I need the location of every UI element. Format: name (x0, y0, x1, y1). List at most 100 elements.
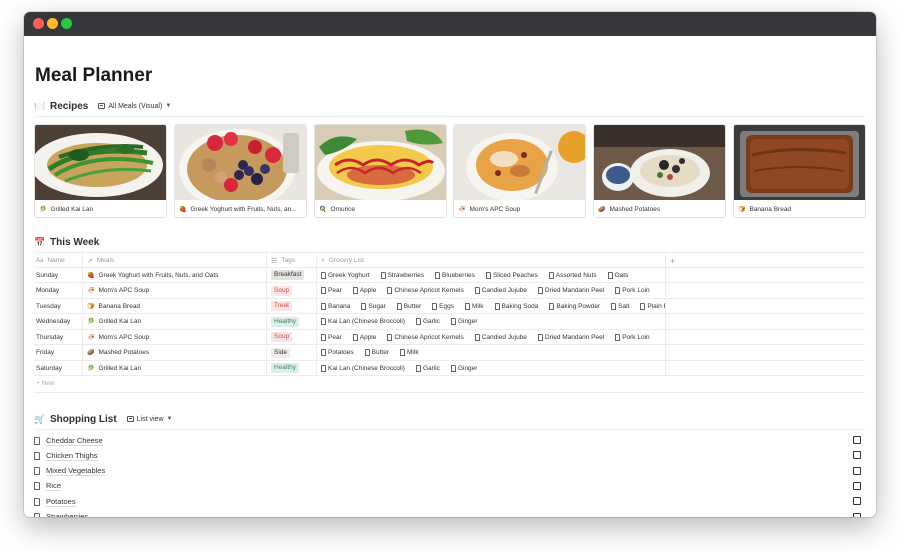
grocery-item[interactable]: Candied Jujube (474, 333, 527, 341)
tag-cell[interactable]: Healthy (266, 360, 316, 376)
grocery-cell[interactable]: Greek Yoghurt Strawberries Blueberries Slic… (316, 267, 665, 283)
grocery-item[interactable]: Candied Jujube (474, 287, 527, 295)
grocery-item[interactable]: Kai Lan (Chinese Broccoli) (321, 364, 405, 372)
day-cell[interactable]: Tuesday (34, 299, 82, 315)
add-new-row-button[interactable]: + New (36, 380, 55, 387)
grocery-item[interactable]: Garlic (415, 364, 440, 372)
grocery-cell[interactable]: Banana Sugar Butter Eggs Milk Baking Soda Baki… (316, 298, 665, 314)
grocery-item[interactable]: Butter (364, 349, 389, 357)
recipe-card[interactable]: 🍓 Greek Yoghurt with Fruits, Nuts, an... (174, 124, 307, 218)
item-checkbox[interactable] (853, 451, 861, 460)
recipe-card[interactable]: 🥬 Grilled Kai Lan (34, 124, 167, 218)
tag-cell[interactable]: Treat (266, 298, 316, 314)
grocery-item[interactable]: Assorted Nuts (548, 271, 597, 279)
grocery-item[interactable]: Greek Yoghurt (321, 271, 370, 279)
day-cell[interactable]: Wednesday (34, 314, 82, 330)
column-header-name[interactable]: Aa Name (34, 253, 82, 269)
grocery-item[interactable]: Ginger (450, 318, 477, 326)
table-row[interactable]: Thursday 🍜 Mom's APC Soup Soup Pear Apple Chin… (34, 329, 865, 346)
meal-cell[interactable]: 🍜 Mom's APC Soup (82, 329, 266, 345)
grocery-cell[interactable]: Kai Lan (Chinese Broccoli) Garlic Ginger (316, 360, 665, 376)
shopping-list-item[interactable]: Strawberries (34, 510, 865, 517)
tag-cell[interactable]: Soup (266, 329, 316, 345)
grocery-item[interactable]: Apple (352, 333, 376, 341)
recipes-title[interactable]: Recipes (50, 101, 88, 112)
add-property-button[interactable]: + (665, 253, 865, 269)
day-cell[interactable]: Monday (34, 283, 82, 299)
grocery-item[interactable]: Dried Mandarin Peel (537, 287, 604, 295)
grocery-item[interactable]: Pork Loin (615, 333, 650, 341)
grocery-item[interactable]: Milk (464, 302, 484, 310)
shopping-list-title[interactable]: Shopping List (50, 414, 117, 425)
minimize-window-button[interactable] (47, 18, 58, 29)
grocery-item[interactable]: Strawberries (380, 271, 424, 279)
tag-cell[interactable]: Soup (266, 283, 316, 299)
grocery-item[interactable]: Blueberries (435, 271, 475, 279)
day-cell[interactable]: Sunday (34, 268, 82, 284)
meal-cell[interactable]: 🥬 Grilled Kai Lan (82, 314, 266, 330)
grocery-cell[interactable]: Potatoes Butter Milk (316, 345, 665, 361)
item-checkbox[interactable] (853, 436, 861, 444)
grocery-item[interactable]: Oats (607, 271, 628, 279)
item-checkbox[interactable] (853, 497, 861, 506)
grocery-item[interactable]: Garlic (415, 318, 440, 326)
grocery-cell[interactable]: Pear Apple Chinese Apricot Kernels Candied … (316, 283, 665, 299)
this-week-title[interactable]: This Week (50, 237, 99, 248)
grocery-item[interactable]: Dried Mandarin Peel (537, 333, 604, 341)
day-cell[interactable]: Friday (34, 345, 82, 361)
item-checkbox[interactable] (853, 481, 861, 490)
recipes-view-switcher[interactable]: All Meals (Visual) ▼ (98, 103, 171, 110)
shopping-view-switcher[interactable]: List view ▼ (126, 416, 172, 423)
close-window-button[interactable] (33, 18, 44, 29)
recipe-card[interactable]: 🥔 Mashed Potatoes (593, 124, 726, 218)
grocery-item[interactable]: Baking Powder (549, 302, 600, 310)
table-row[interactable]: Tuesday 🍞 Banana Bread Treat Banana Sugar Butt… (34, 298, 865, 315)
column-header-grocery-list[interactable]: ⌕ Grocery List (316, 253, 665, 269)
column-header-meals[interactable]: ↗ Meals (82, 253, 266, 269)
meal-cell[interactable]: 🥬 Grilled Kai Lan (82, 360, 266, 376)
tag-cell[interactable]: Breakfast (266, 267, 316, 283)
grocery-item[interactable]: Milk (400, 349, 419, 357)
grocery-item[interactable]: Sugar (361, 302, 386, 310)
shopping-list-item[interactable]: Rice (34, 479, 865, 494)
table-row[interactable]: Monday 🍜 Mom's APC Soup Soup Pear Apple Chines… (34, 283, 865, 299)
grocery-item[interactable]: Chinese Apricot Kernels (387, 333, 464, 341)
table-row[interactable]: Wednesday 🥬 Grilled Kai Lan Healthy Kai Lan … (34, 314, 865, 330)
column-header-tags[interactable]: ☰ Tags (266, 253, 316, 269)
item-checkbox[interactable] (853, 466, 861, 475)
table-row[interactable]: Saturday 🥬 Grilled Kai Lan Healthy Kai Lan (… (34, 360, 865, 377)
recipe-card[interactable]: 🍜 Mom's APC Soup (453, 124, 586, 218)
recipe-card[interactable]: 🍳 Omurice (314, 124, 447, 218)
day-cell[interactable]: Thursday (34, 330, 82, 346)
shopping-list-item[interactable]: Mixed Vegetables (34, 464, 865, 479)
grocery-item[interactable]: Butter (396, 302, 421, 310)
shopping-list-item[interactable]: Potatoes (34, 494, 865, 509)
day-cell[interactable]: Saturday (34, 361, 82, 377)
grocery-item[interactable]: Potatoes (321, 349, 354, 357)
grocery-item[interactable]: Pear (321, 333, 342, 341)
meal-cell[interactable]: 🍓 Greek Yoghurt with Fruits, Nuts, and Oa… (82, 267, 266, 283)
table-row[interactable]: Sunday 🍓 Greek Yoghurt with Fruits, Nuts, … (34, 267, 865, 284)
grocery-item[interactable]: Plain F (640, 302, 665, 310)
grocery-item[interactable]: Baking Soda (494, 302, 538, 310)
grocery-item[interactable]: Salt (611, 302, 629, 310)
grocery-item[interactable]: Chinese Apricot Kernels (387, 287, 464, 295)
grocery-item[interactable]: Pear (321, 287, 342, 295)
item-checkbox[interactable] (853, 512, 861, 517)
maximize-window-button[interactable] (61, 18, 72, 29)
shopping-list-item[interactable]: Cheddar Cheese (34, 433, 865, 448)
meal-cell[interactable]: 🥔 Mashed Potatoes (82, 345, 266, 361)
meal-cell[interactable]: 🍜 Mom's APC Soup (82, 283, 266, 299)
grocery-item[interactable]: Eggs (432, 302, 454, 310)
meal-cell[interactable]: 🍞 Banana Bread (82, 298, 266, 314)
table-row[interactable]: Friday 🥔 Mashed Potatoes Side Potatoes Butter… (34, 345, 865, 361)
grocery-cell[interactable]: Kai Lan (Chinese Broccoli) Garlic Ginger (316, 314, 665, 330)
grocery-item[interactable]: Kai Lan (Chinese Broccoli) (321, 318, 405, 326)
shopping-list-item[interactable]: Chicken Thighs (34, 448, 865, 463)
grocery-item[interactable]: Apple (352, 287, 376, 295)
tag-cell[interactable]: Side (266, 345, 316, 361)
tag-cell[interactable]: Healthy (266, 314, 316, 330)
grocery-item[interactable]: Pork Loin (615, 287, 650, 295)
grocery-item[interactable]: Ginger (450, 364, 477, 372)
recipe-card[interactable]: 🍞 Banana Bread (733, 124, 866, 218)
